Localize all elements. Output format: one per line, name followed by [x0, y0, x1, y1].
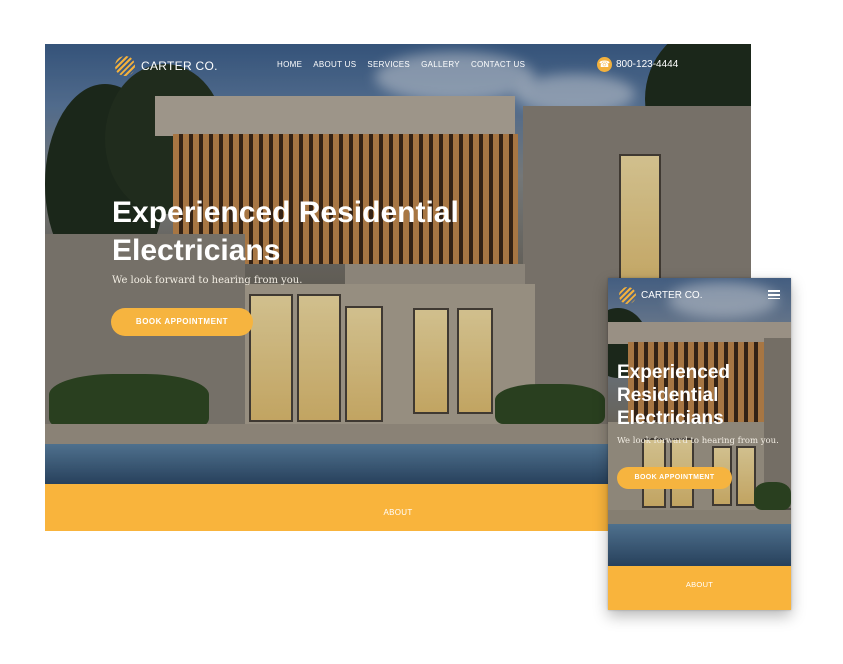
nav-home[interactable]: HOME: [277, 60, 302, 69]
hero-title: Experienced Residential Electricians: [112, 196, 459, 267]
main-menu: HOME ABOUT US SERVICES GALLERY CONTACT U…: [277, 60, 525, 69]
carter-logo-icon: [115, 56, 135, 76]
about-section-label: ABOUT: [685, 580, 714, 589]
nav-about-us[interactable]: ABOUT US: [313, 60, 356, 69]
hero-subtitle: We look forward to hearing from you.: [112, 275, 303, 286]
phone-icon: ☎: [597, 57, 612, 72]
logo[interactable]: CARTER CO.: [619, 287, 703, 304]
book-appointment-button[interactable]: BOOK APPOINTMENT: [111, 308, 253, 336]
logo[interactable]: CARTER CO.: [115, 56, 218, 76]
desktop-navbar: CARTER CO. HOME ABOUT US SERVICES GALLER…: [45, 44, 751, 88]
book-appointment-button[interactable]: BOOK APPOINTMENT: [617, 467, 732, 489]
nav-gallery[interactable]: GALLERY: [421, 60, 460, 69]
brand-name: CARTER CO.: [141, 59, 218, 73]
mobile-mockup: CARTER CO. Experienced Residential Elect…: [608, 278, 791, 610]
carter-logo-icon: [619, 287, 636, 304]
hero-title: Experienced Residential Electricians: [617, 362, 730, 429]
nav-contact-us[interactable]: CONTACT US: [471, 60, 525, 69]
hamburger-menu-icon[interactable]: [768, 290, 780, 299]
phone-link[interactable]: ☎ 800-123-4444: [597, 57, 678, 72]
nav-services[interactable]: SERVICES: [367, 60, 410, 69]
brand-name: CARTER CO.: [641, 290, 703, 301]
hero-subtitle: We look forward to hearing from you.: [617, 436, 779, 446]
phone-number: 800-123-4444: [616, 59, 679, 70]
